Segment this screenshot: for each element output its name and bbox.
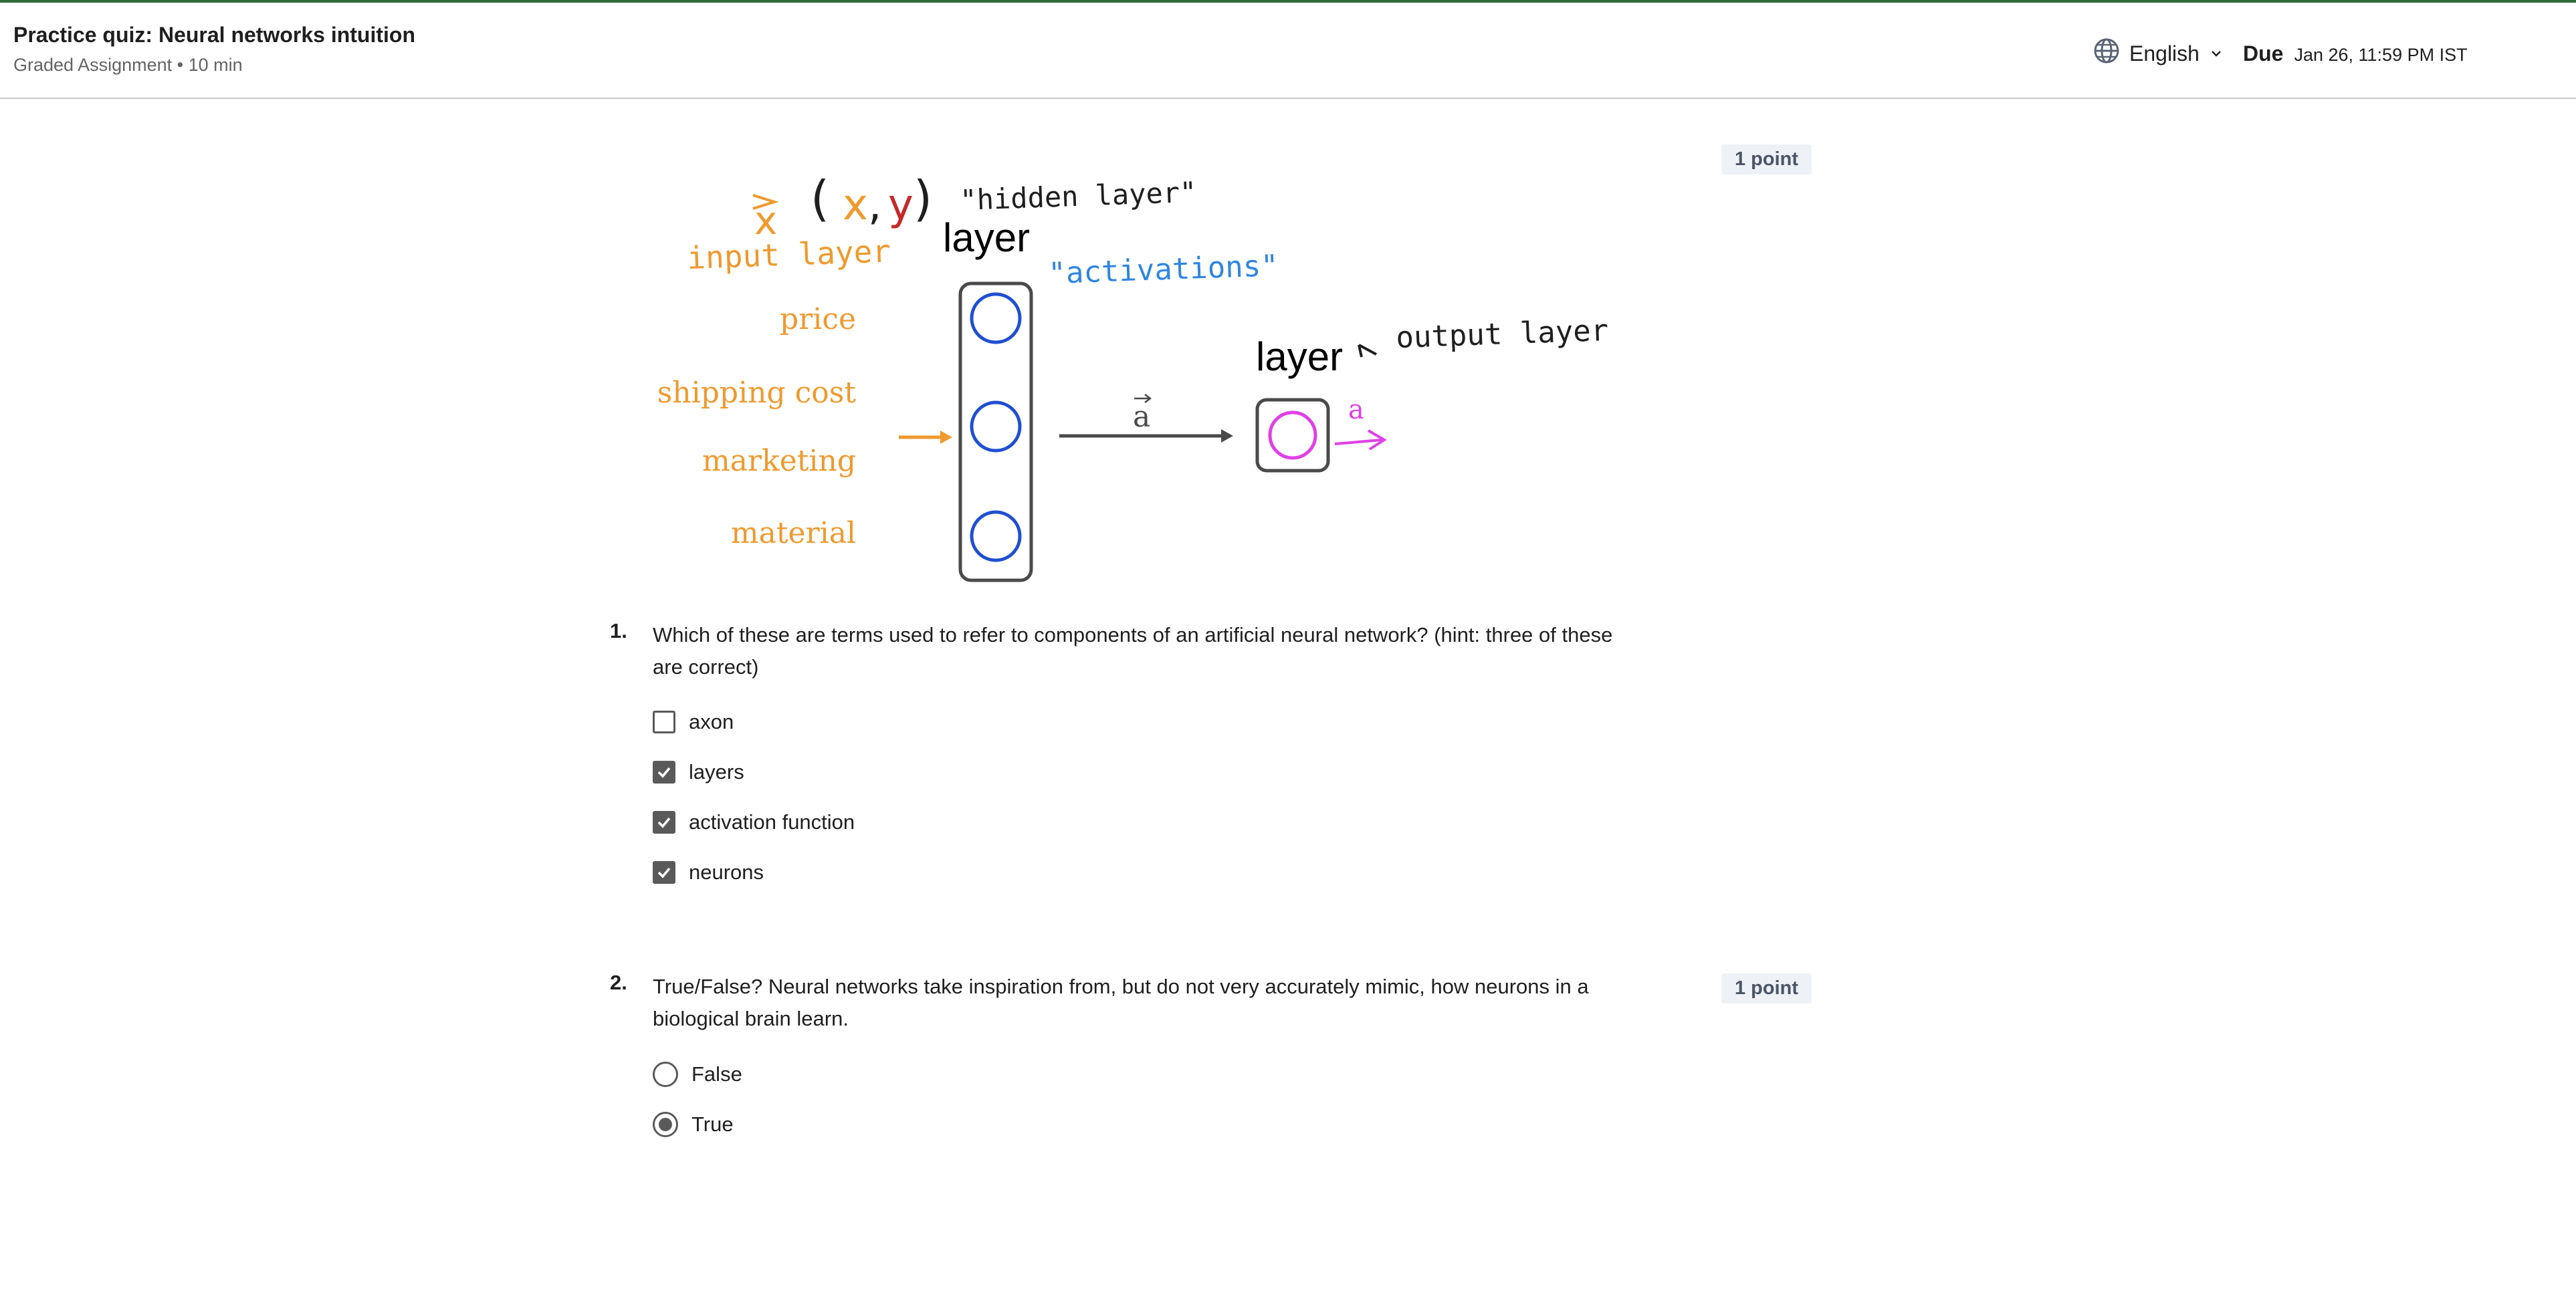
checkbox-checked[interactable] xyxy=(653,811,675,834)
option-label: axon xyxy=(689,710,734,733)
hidden-neuron xyxy=(970,510,1022,562)
hidden-neuron xyxy=(970,400,1022,453)
pair-open-paren: ( xyxy=(811,170,829,227)
question-2-points-badge: 1 point xyxy=(1721,973,1812,1003)
output-activation-label: a xyxy=(1348,394,1364,425)
input-feature-label: price xyxy=(780,302,856,336)
activation-arrowhead-icon xyxy=(1221,429,1233,443)
checkmark-icon xyxy=(657,867,671,878)
question-2-option-false[interactable]: False xyxy=(653,1062,742,1087)
pair-comma: , xyxy=(868,181,881,230)
globe-icon xyxy=(2093,37,2120,70)
question-1-option-layers[interactable]: layers xyxy=(653,760,744,784)
option-label: True xyxy=(691,1112,734,1136)
checkbox-checked[interactable] xyxy=(653,761,675,784)
language-label: English xyxy=(2129,41,2199,66)
question-2-number: 2. xyxy=(610,971,627,994)
question-1-option-neurons[interactable]: neurons xyxy=(653,860,764,884)
quiz-subtitle: Graded Assignment • 10 min xyxy=(13,55,243,75)
option-label: neurons xyxy=(689,860,764,884)
due-label: Due xyxy=(2243,41,2284,66)
output-arrow-icon xyxy=(1334,429,1387,451)
question-1-points-badge: 1 point xyxy=(1721,144,1812,174)
language-selector[interactable]: English xyxy=(2093,37,2224,70)
option-label: activation function xyxy=(689,810,855,834)
question-2-text: True/False? Neural networks take inspira… xyxy=(653,975,1589,1030)
question-1-option-activation-function[interactable]: activation function xyxy=(653,810,855,834)
output-layer-label: layer xyxy=(1256,334,1343,379)
question-1-option-axon[interactable]: axon xyxy=(653,710,734,734)
output-layer-note: output layer xyxy=(1396,314,1609,355)
checkbox-unchecked[interactable] xyxy=(653,711,675,733)
due-date: Jan 26, 11:59 PM IST xyxy=(2294,45,2468,65)
hidden-layer-note: "hidden layer" xyxy=(960,176,1198,217)
radio-selected[interactable] xyxy=(653,1112,678,1137)
option-label: False xyxy=(691,1062,742,1086)
hidden-layer-label: layer xyxy=(943,215,1030,260)
input-feature-label: material xyxy=(731,516,856,550)
pair-close-paren: ) xyxy=(914,170,932,227)
pointer-arrow-icon xyxy=(1358,344,1377,358)
input-feature-label: shipping cost xyxy=(657,376,857,410)
question-2-option-true[interactable]: True xyxy=(653,1112,734,1137)
due-info: Due Jan 26, 11:59 PM IST xyxy=(2243,41,2468,66)
output-layer-box xyxy=(1255,398,1330,473)
chevron-down-icon xyxy=(2209,41,2224,66)
input-arrowhead-icon xyxy=(940,431,952,444)
checkbox-checked[interactable] xyxy=(653,861,675,884)
activation-vector-label: a xyxy=(1133,400,1150,434)
activations-note: "activations" xyxy=(1048,249,1279,291)
hidden-neuron xyxy=(970,292,1022,344)
output-neuron xyxy=(1268,410,1317,460)
radio-unselected[interactable] xyxy=(653,1062,678,1087)
question-1-text: Which of these are terms used to refer t… xyxy=(653,623,1613,679)
quiz-title: Practice quiz: Neural networks intuition xyxy=(13,23,415,47)
checkmark-icon xyxy=(657,817,671,828)
pair-x-label: x xyxy=(843,181,868,230)
radio-dot-icon xyxy=(659,1118,672,1131)
question-1-number: 1. xyxy=(610,619,627,642)
neural-network-diagram: x ( x , y ) "hidden layer" layer input l… xyxy=(657,170,1609,582)
option-label: layers xyxy=(689,760,744,784)
input-layer-note: input layer xyxy=(686,233,891,276)
input-feature-label: marketing xyxy=(702,444,856,478)
checkmark-icon xyxy=(657,767,671,778)
pair-y-label: y xyxy=(888,181,914,230)
quiz-header: Practice quiz: Neural networks intuition… xyxy=(0,3,2576,99)
